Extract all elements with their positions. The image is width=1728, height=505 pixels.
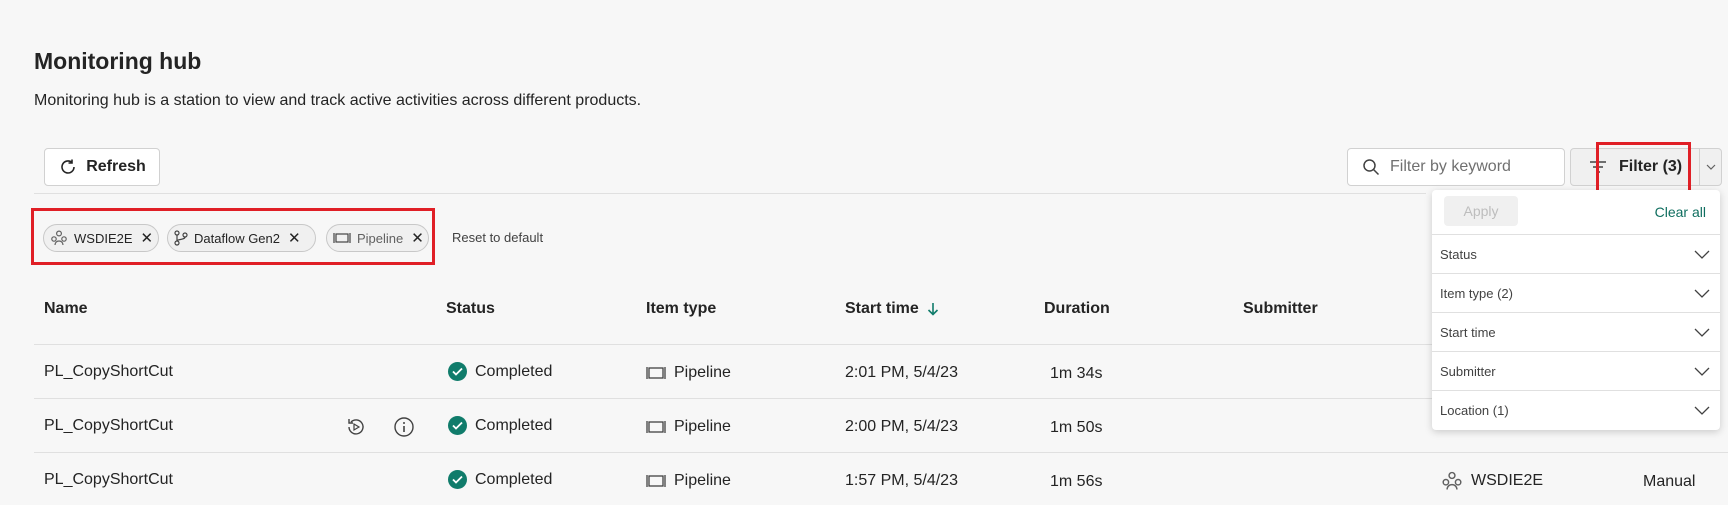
chevron-down-icon (1694, 406, 1710, 415)
submitter-cell: Manual (1643, 473, 1696, 490)
row-divider (34, 398, 1432, 399)
location-cell: WSDIE2E (1441, 470, 1543, 492)
section-label: Item type (2) (1440, 285, 1513, 301)
checkmark-circle-icon (448, 470, 467, 489)
search-icon (1362, 158, 1380, 176)
sort-descending-icon (927, 302, 939, 316)
row-divider (34, 452, 1728, 453)
duration-cell: 1m 50s (1050, 419, 1103, 436)
status-cell: Completed (448, 416, 552, 435)
status-cell: Completed (448, 470, 552, 489)
table-row-name[interactable]: PL_CopyShortCut (44, 471, 173, 489)
apply-button[interactable]: Apply (1444, 196, 1518, 226)
pipeline-icon (646, 420, 666, 434)
pipeline-icon (646, 366, 666, 380)
chevron-down-icon (1694, 367, 1710, 376)
checkmark-circle-icon (448, 362, 467, 381)
start-time-cell: 1:57 PM, 5/4/23 (845, 472, 958, 489)
search-input[interactable] (1390, 158, 1560, 176)
duration-cell: 1m 56s (1050, 473, 1103, 490)
filter-section-item-type[interactable]: Item type (2) (1432, 273, 1720, 312)
section-label: Status (1440, 246, 1477, 262)
page-title: Monitoring hub (34, 48, 202, 74)
location-text: WSDIE2E (1471, 472, 1544, 489)
column-header-duration[interactable]: Duration (1044, 300, 1110, 318)
info-icon[interactable] (393, 416, 415, 438)
item-type-cell: Pipeline (646, 364, 731, 382)
chevron-down-icon (1694, 289, 1710, 298)
rerun-icon[interactable] (345, 416, 367, 438)
filter-panel: Apply Clear all Status Item type (2) Sta… (1432, 190, 1720, 430)
column-header-item-type[interactable]: Item type (646, 300, 716, 318)
table-row-name[interactable]: PL_CopyShortCut (44, 363, 173, 381)
filter-section-submitter[interactable]: Submitter (1432, 351, 1720, 390)
status-text: Completed (475, 362, 553, 380)
refresh-button[interactable]: Refresh (44, 148, 160, 186)
checkmark-circle-icon (448, 416, 467, 435)
reset-to-default-link[interactable]: Reset to default (452, 230, 543, 245)
duration-cell: 1m 34s (1050, 365, 1103, 382)
item-type-text: Pipeline (674, 418, 731, 435)
refresh-label: Refresh (86, 158, 146, 175)
pipeline-icon (646, 474, 666, 488)
chevron-down-icon (1706, 164, 1716, 170)
status-cell: Completed (448, 362, 552, 381)
item-type-cell: Pipeline (646, 418, 731, 436)
filter-section-status[interactable]: Status (1432, 234, 1720, 273)
column-header-name[interactable]: Name (44, 300, 88, 318)
column-header-submitter[interactable]: Submitter (1243, 300, 1318, 318)
filter-section-start-time[interactable]: Start time (1432, 312, 1720, 351)
row-divider (34, 344, 1432, 345)
filter-dropdown-toggle[interactable] (1699, 149, 1721, 185)
item-type-text: Pipeline (674, 472, 731, 489)
page-subtitle: Monitoring hub is a station to view and … (34, 92, 642, 109)
status-text: Completed (475, 416, 553, 434)
workspace-icon (1441, 470, 1463, 492)
chevron-down-icon (1694, 250, 1710, 259)
section-label: Start time (1440, 324, 1496, 340)
section-label: Location (1) (1440, 402, 1509, 418)
keyword-search-box[interactable] (1347, 148, 1565, 186)
column-header-status[interactable]: Status (446, 300, 495, 318)
chips-highlight-box (31, 208, 435, 265)
toolbar-divider (34, 193, 1426, 194)
filter-highlight-box (1596, 142, 1691, 194)
start-time-cell: 2:01 PM, 5/4/23 (845, 364, 958, 381)
section-label: Submitter (1440, 363, 1496, 379)
chevron-down-icon (1694, 328, 1710, 337)
refresh-icon (58, 157, 78, 177)
clear-all-link[interactable]: Clear all (1655, 204, 1706, 220)
item-type-cell: Pipeline (646, 472, 731, 490)
filter-section-location[interactable]: Location (1) (1432, 390, 1720, 429)
start-time-cell: 2:00 PM, 5/4/23 (845, 418, 958, 435)
status-text: Completed (475, 470, 553, 488)
table-row-name[interactable]: PL_CopyShortCut (44, 417, 173, 435)
column-header-start-time[interactable]: Start time (845, 300, 939, 318)
item-type-text: Pipeline (674, 364, 731, 381)
column-header-label: Start time (845, 300, 919, 317)
